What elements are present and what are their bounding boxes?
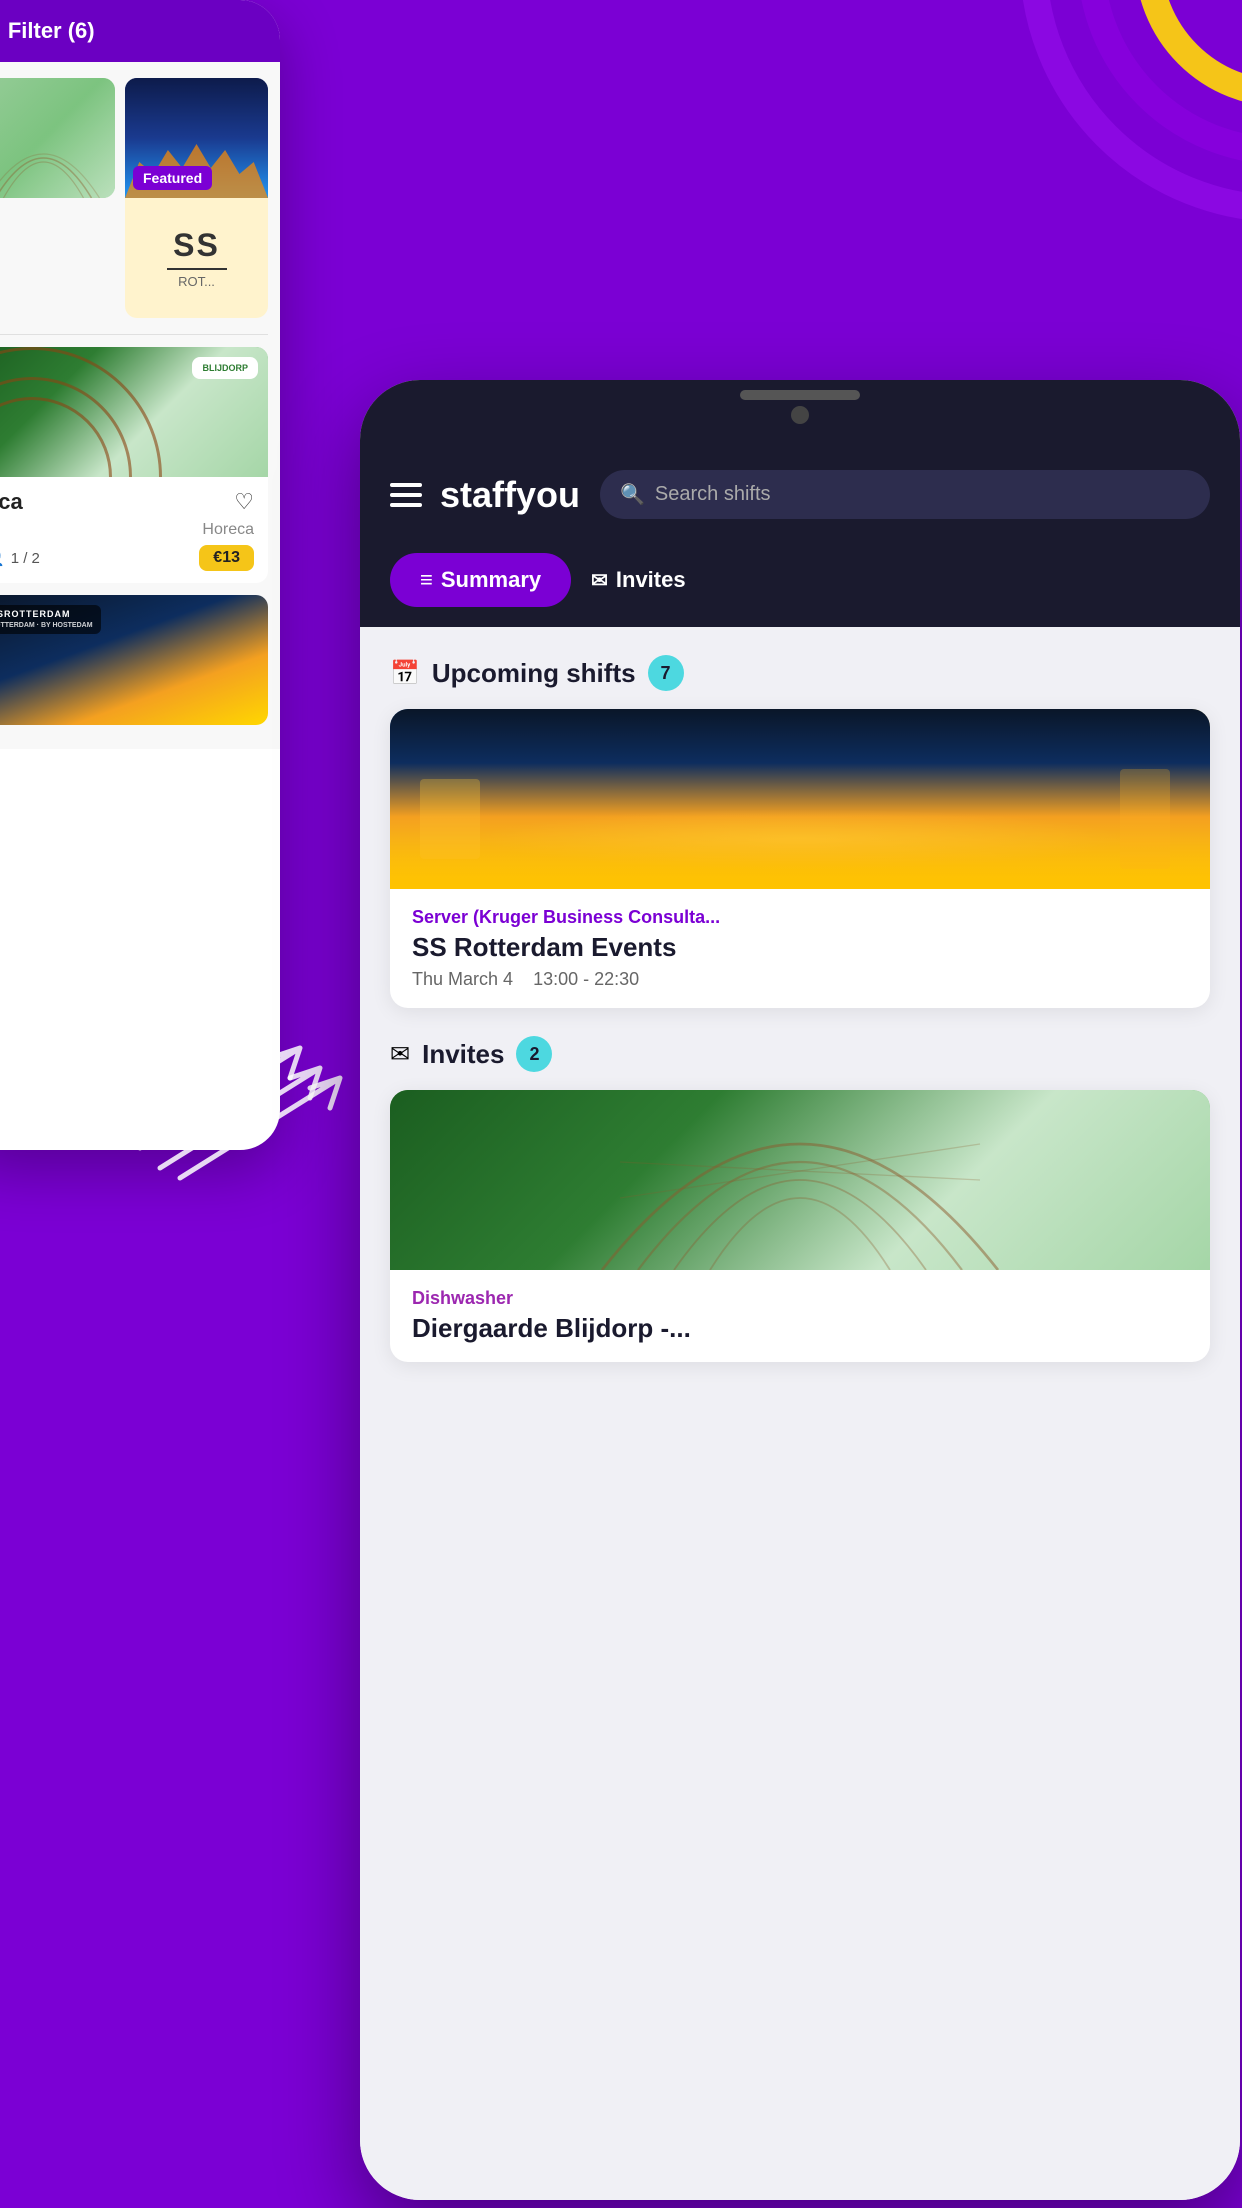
- venue-type: Horeca: [0, 521, 254, 539]
- blijdorp-logo: BLIJDORP: [192, 357, 258, 379]
- arrow-decoration: [100, 968, 380, 1188]
- search-bar[interactable]: 🔍 Search shifts: [600, 470, 1210, 519]
- invites-label: Invites: [616, 567, 686, 593]
- green-card[interactable]: [0, 78, 115, 198]
- ss-card-image: SSROTTERDAM ROTTERDAM · BY HOSTEDAM: [0, 595, 268, 725]
- invite-image: [390, 1090, 1210, 1270]
- summary-label: Summary: [441, 567, 541, 593]
- person-icon: 👤: [0, 549, 5, 567]
- envelope-section-icon: ✉: [390, 1040, 410, 1069]
- ss-logo-overlay: SSROTTERDAM ROTTERDAM · BY HOSTEDAM: [0, 605, 101, 634]
- diergaarde-image: BLIJDORP: [0, 347, 268, 477]
- camera-dot: [791, 406, 809, 424]
- invites-count-badge: 2: [516, 1036, 552, 1072]
- tab-bar: ≡ Summary ✉ Invites: [360, 539, 1240, 627]
- invite-card-body: Dishwasher Diergaarde Blijdorp -...: [390, 1270, 1210, 1362]
- diergaarde-card[interactable]: BLIJDORP ♡ eca Horeca 👤 1 / 2 €13: [0, 347, 268, 583]
- shift-card-body: Server (Kruger Business Consulta... SS R…: [390, 889, 1210, 1008]
- featured-badge: Featured: [133, 166, 212, 190]
- rot-text: ROT...: [178, 274, 215, 289]
- shift-date: Thu March 4: [412, 969, 513, 989]
- invite-role: Dishwasher: [412, 1288, 1188, 1309]
- main-content: 📅 Upcoming shifts 7 Server (Kruger Busin…: [360, 627, 1240, 2200]
- summary-icon: ≡: [420, 567, 433, 593]
- upcoming-count-badge: 7: [648, 655, 684, 691]
- shift-time: 13:00 - 22:30: [533, 969, 639, 989]
- notch-pill: [740, 390, 860, 400]
- upcoming-shifts-title: Upcoming shifts: [432, 658, 636, 689]
- shift-client: Server (Kruger Business Consulta...: [412, 907, 1188, 928]
- tab-invites[interactable]: ✉ Invites: [591, 567, 685, 593]
- bg-arcs: [822, 0, 1242, 420]
- search-icon: 🔍: [620, 482, 645, 507]
- notch-bar: [360, 380, 1240, 450]
- featured-card[interactable]: Featured SS ROT...: [125, 78, 268, 318]
- dome-decoration: [0, 102, 115, 198]
- app-header: staffyou 🔍 Search shifts: [360, 450, 1240, 539]
- shift-datetime: Thu March 4 13:00 - 22:30: [412, 969, 1188, 990]
- invites-section: ✉ Invites 2: [390, 1036, 1210, 1362]
- upcoming-shifts-header: 📅 Upcoming shifts 7: [390, 655, 1210, 691]
- calendar-icon: 📅: [390, 659, 420, 688]
- filter-label: Filter (6): [8, 18, 95, 44]
- venue-name: eca: [0, 489, 254, 515]
- wage-badge: €13: [199, 545, 254, 571]
- right-phone: staffyou 🔍 Search shifts ≡ Summary ✉ Inv…: [360, 380, 1240, 2200]
- hamburger-menu[interactable]: [390, 483, 422, 507]
- ss-rotterdam-card[interactable]: SSROTTERDAM ROTTERDAM · BY HOSTEDAM: [0, 595, 268, 725]
- heart-icon[interactable]: ♡: [234, 489, 254, 515]
- invites-section-title: Invites: [422, 1039, 504, 1070]
- app-logo: staffyou: [440, 474, 580, 516]
- dome-svg: [390, 1090, 1210, 1270]
- shift-image: [390, 709, 1210, 889]
- invite-card[interactable]: Dishwasher Diergaarde Blijdorp -...: [390, 1090, 1210, 1362]
- filter-header[interactable]: ▼ Filter (6): [0, 0, 280, 62]
- invites-header: ✉ Invites 2: [390, 1036, 1210, 1072]
- search-placeholder: Search shifts: [655, 483, 771, 506]
- shift-card[interactable]: Server (Kruger Business Consulta... SS R…: [390, 709, 1210, 1008]
- tab-summary[interactable]: ≡ Summary: [390, 553, 571, 607]
- invite-venue: Diergaarde Blijdorp -...: [412, 1313, 1188, 1344]
- envelope-icon: ✉: [591, 568, 608, 593]
- ss-logo-text: SS: [173, 227, 220, 264]
- shift-venue: SS Rotterdam Events: [412, 932, 1188, 963]
- spots-info: 👤 1 / 2: [0, 549, 40, 567]
